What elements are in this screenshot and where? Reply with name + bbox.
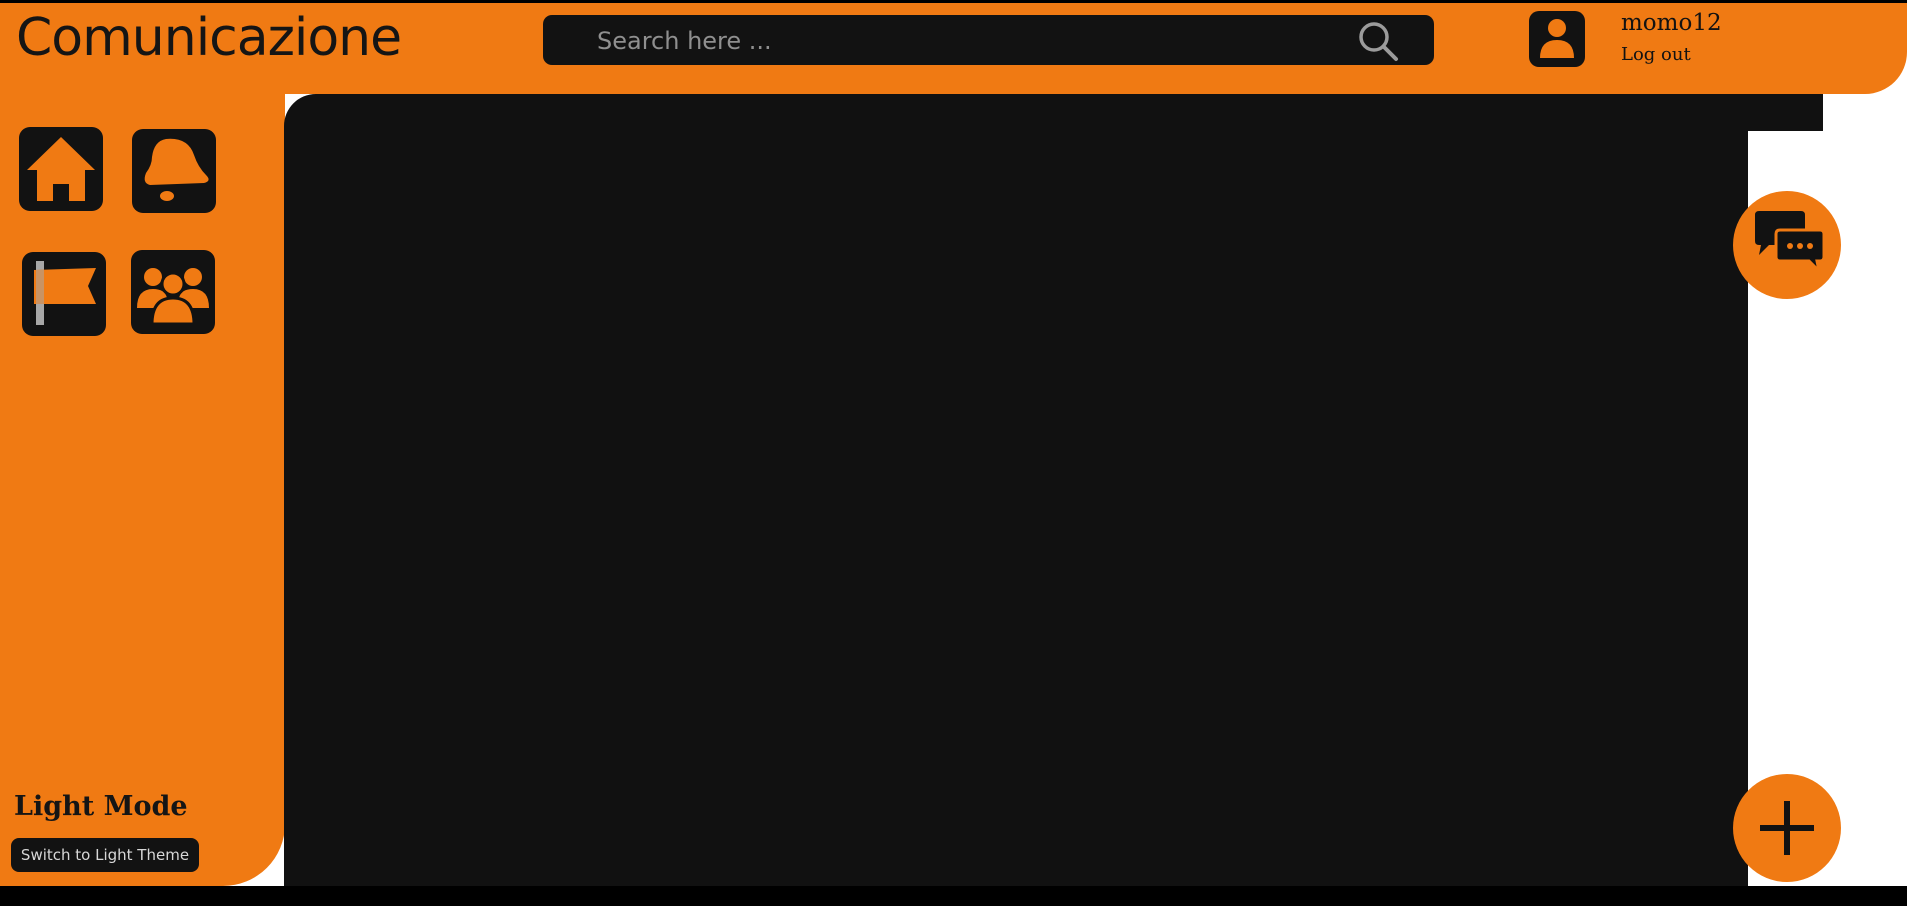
home-icon bbox=[27, 137, 95, 201]
search-icon[interactable] bbox=[1355, 18, 1403, 66]
chat-bubbles-icon bbox=[1755, 211, 1826, 276]
nav-notifications-button[interactable] bbox=[132, 129, 216, 213]
chat-button[interactable] bbox=[1733, 191, 1841, 299]
bell-icon bbox=[144, 138, 209, 201]
nav-home-button[interactable] bbox=[19, 127, 103, 211]
group-icon bbox=[137, 268, 209, 326]
top-border bbox=[0, 0, 1907, 3]
app-window: Comunicazione momo12 Log out bbox=[0, 0, 1907, 886]
username: momo12 bbox=[1621, 10, 1722, 36]
plus-icon bbox=[1760, 801, 1814, 855]
main-content-edge bbox=[1748, 94, 1823, 131]
user-avatar[interactable] bbox=[1529, 11, 1585, 67]
nav-reports-button[interactable] bbox=[22, 252, 106, 336]
nav-groups-button[interactable] bbox=[131, 250, 215, 334]
main-content-area bbox=[284, 94, 1748, 886]
search-bar bbox=[543, 15, 1434, 65]
switch-theme-button[interactable]: Switch to Light Theme bbox=[11, 838, 199, 872]
app-title: Comunicazione bbox=[16, 8, 402, 68]
add-button[interactable] bbox=[1733, 774, 1841, 882]
flag-icon bbox=[34, 261, 96, 325]
search-input[interactable] bbox=[595, 19, 1359, 63]
theme-mode-title: Light Mode bbox=[14, 791, 188, 822]
logout-link[interactable]: Log out bbox=[1621, 44, 1691, 65]
user-icon bbox=[1540, 19, 1574, 58]
